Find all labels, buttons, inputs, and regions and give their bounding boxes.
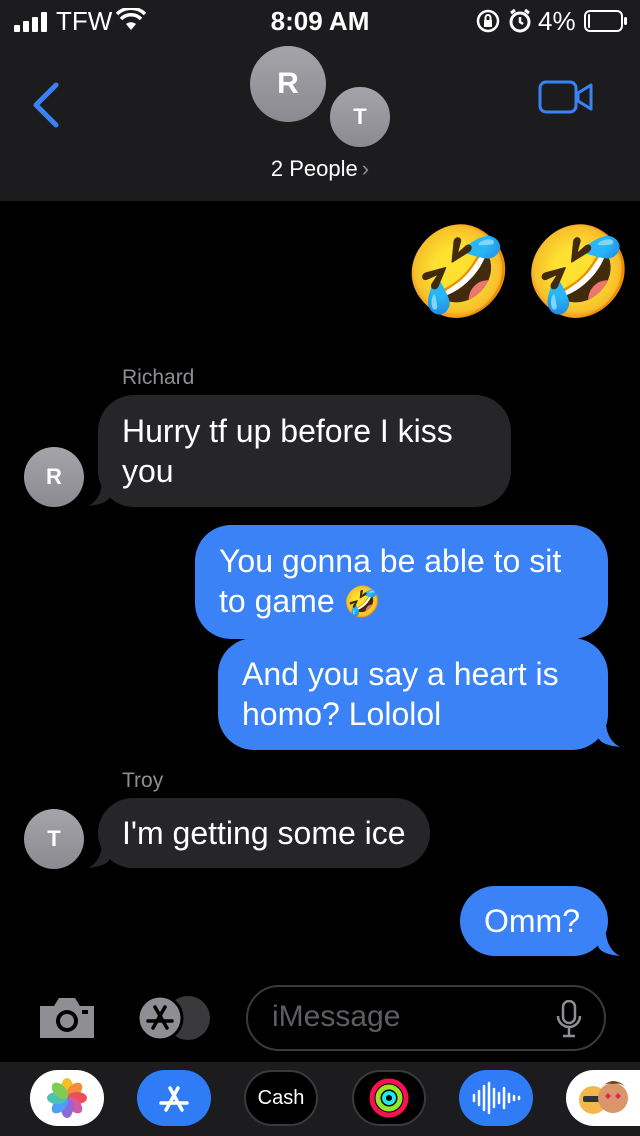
photos-flower-icon	[47, 1078, 87, 1118]
audio-message-app-icon[interactable]	[459, 1070, 533, 1126]
message-input-placeholder: iMessage	[272, 1000, 401, 1033]
sender-avatar[interactable]: R	[24, 447, 84, 507]
app-store-app-icon[interactable]	[137, 1070, 211, 1126]
avatar-initial: R	[46, 464, 62, 489]
bubble-tail	[598, 725, 620, 747]
incoming-message[interactable]: Hurry tf up before I kiss you	[98, 395, 511, 507]
sender-name: Richard	[122, 366, 195, 389]
back-chevron-icon[interactable]	[30, 82, 62, 128]
outgoing-message[interactable]: You gonna be able to sit to game 🤣	[195, 525, 608, 639]
avatar-initial: R	[277, 67, 299, 100]
facetime-video-icon[interactable]	[538, 80, 594, 114]
outgoing-message[interactable]: Omm?	[460, 886, 608, 956]
alarm-icon	[509, 8, 531, 33]
bubble-tail	[598, 934, 620, 956]
avatar-richard[interactable]: R	[250, 46, 326, 122]
battery-percent: 4%	[538, 6, 576, 36]
group-details-link[interactable]: 2 People ›	[0, 156, 640, 182]
outgoing-message[interactable]: And you say a heart is homo? Lololol	[218, 638, 608, 750]
avatar-troy[interactable]: T	[327, 84, 393, 150]
memoji-app-icon[interactable]	[566, 1070, 640, 1126]
chevron-right-icon: ›	[361, 156, 370, 181]
sender-name: Troy	[122, 769, 164, 792]
activity-app-icon[interactable]	[352, 1070, 426, 1126]
battery-icon	[584, 10, 627, 32]
rofl-emoji: 🤣	[523, 222, 634, 321]
avatar-initial: T	[353, 104, 367, 129]
memoji-faces-icon	[579, 1081, 628, 1114]
message-text: You gonna be able to sit to game	[219, 543, 562, 619]
waveform-icon	[472, 1081, 521, 1115]
sender-avatar[interactable]: T	[24, 809, 84, 869]
avatar-initial: T	[47, 826, 61, 851]
apple-cash-label: Cash	[257, 1086, 305, 1109]
camera-icon[interactable]	[36, 994, 98, 1040]
emoji-message[interactable]: 🤣 🤣	[404, 222, 633, 322]
apple-cash-app-icon[interactable]: Cash	[244, 1070, 318, 1126]
microphone-icon[interactable]	[556, 1000, 582, 1038]
incoming-message[interactable]: I'm getting some ice	[98, 798, 430, 868]
activity-rings-icon	[369, 1078, 409, 1118]
app-store-glyph	[159, 1086, 189, 1112]
status-bar: TFW 8:09 AM 4%	[0, 0, 640, 40]
photos-app-icon[interactable]	[30, 1070, 104, 1126]
orientation-lock-icon	[476, 9, 500, 33]
rofl-emoji: 🤣	[343, 586, 381, 619]
rofl-emoji: 🤣	[404, 222, 514, 321]
people-count-label: 2 People	[270, 156, 358, 181]
app-store-icon[interactable]	[136, 994, 216, 1042]
